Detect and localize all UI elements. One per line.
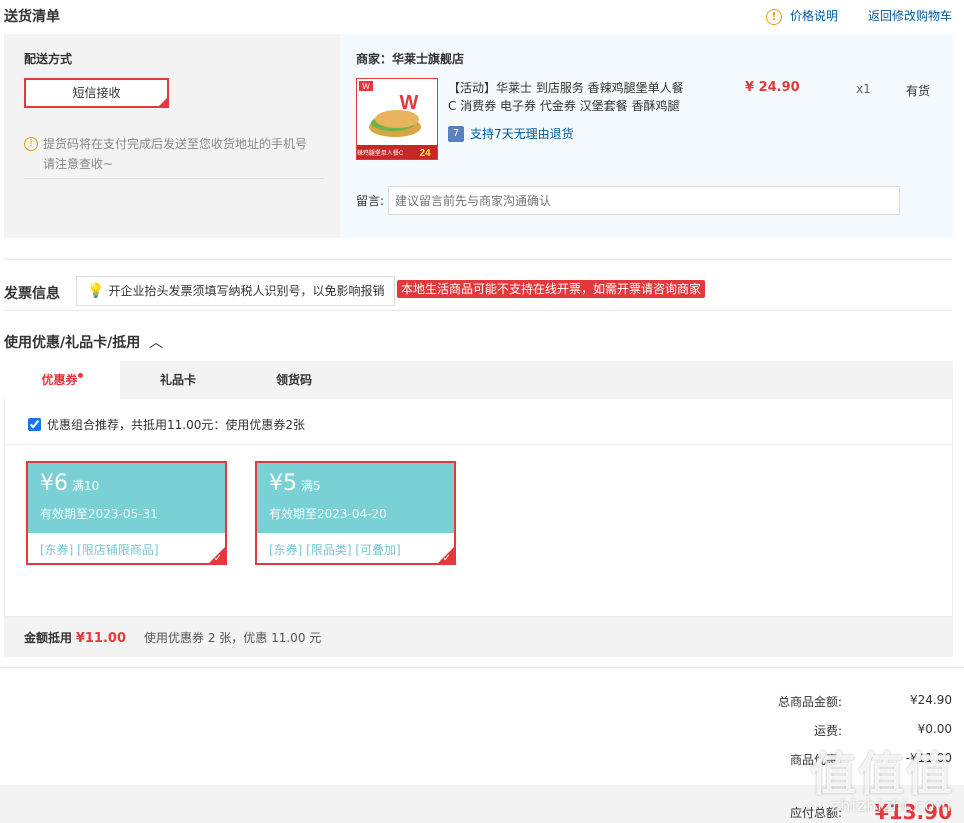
product-image[interactable]: W W 香辣鸡腿堡单人餐C 24 [356, 78, 438, 160]
combo-checkbox[interactable] [28, 418, 41, 431]
product-price: ¥ 24.90 [745, 80, 800, 95]
svg-text:24: 24 [419, 148, 431, 159]
tab-gift-cards[interactable]: 礼品卡 [120, 361, 236, 399]
combo-recommend[interactable]: 优惠组合推荐，共抵用11.00元：使用优惠券2张 [28, 416, 305, 433]
return-policy: 7 支持7天无理由退货 [448, 125, 574, 142]
coupon-section-title[interactable]: 使用优惠/礼品卡/抵用 ︿ [4, 332, 163, 352]
note-input[interactable] [388, 186, 900, 215]
warning-icon: ! [24, 135, 38, 151]
sms-delivery-button[interactable]: 短信接收 ✓ [24, 78, 169, 108]
chevron-up-icon: ︿ [149, 335, 164, 351]
invoice-tip: 💡 开企业抬头发票须填写纳税人识别号，以免影响报销 [76, 276, 396, 306]
check-icon: ✓ [213, 553, 222, 564]
coupon-card[interactable]: ¥6 满10 有效期至2023-05-31 [东券] [限店铺限商品] ✓ [26, 461, 227, 565]
seven-day-return-icon: 7 [448, 125, 464, 142]
burger-image-icon: W W 香辣鸡腿堡单人餐C 24 [357, 79, 437, 159]
deduction-summary: 金额抵用 ¥11.00 使用优惠券 2 张，优惠 11.00 元 [4, 617, 953, 657]
product-name[interactable]: 【活动】华莱士 到店服务 香辣鸡腿堡单人餐 C 消费券 电子券 代金券 汉堡套餐… [448, 79, 698, 115]
lightbulb-icon: 💡 [87, 283, 105, 299]
info-icon: ! [765, 8, 782, 25]
svg-text:W: W [362, 82, 370, 91]
stock-status: 有货 [906, 84, 931, 98]
header-links: ! 价格说明 返回修改购物车 [765, 7, 952, 25]
new-dot [77, 373, 83, 378]
tab-pickup-code[interactable]: 领货码 [236, 361, 352, 399]
section-divider [4, 310, 952, 311]
tab-coupons[interactable]: 优惠券 [4, 361, 120, 399]
section-divider [4, 259, 952, 260]
panel-divider [4, 444, 953, 445]
watermark-url: zhizhizhi.com [830, 796, 952, 815]
section-divider [0, 667, 964, 668]
check-icon: ✓ [160, 91, 167, 100]
summary-row-shipping: 运费: ¥0.00 [813, 722, 952, 738]
check-icon: ✓ [442, 553, 451, 564]
note-label: 留言: [356, 194, 385, 208]
invoice-title: 发票信息 [4, 286, 60, 302]
summary-row-total-goods: 总商品金额: ¥24.90 [777, 693, 952, 709]
watermark-logo: 值值值 [810, 747, 954, 801]
svg-text:香辣鸡腿堡单人餐C: 香辣鸡腿堡单人餐C [357, 149, 404, 157]
coupon-tags: [东券] [限店铺限商品] [40, 543, 159, 557]
delivery-tip: 提货码将在支付完成后发送至您收货地址的手机号 请注意查收~ [43, 137, 308, 171]
price-info-link[interactable]: ! 价格说明 [765, 7, 838, 25]
coupon-card[interactable]: ¥5 满5 有效期至2023-04-20 [东券] [限品类] [可叠加] ✓ [255, 461, 456, 565]
merchant-name: 商家：华莱士旗舰店 [356, 52, 465, 66]
product-qty: x1 [856, 82, 871, 96]
delivery-divider [24, 178, 324, 179]
coupon-tabs: 优惠券 礼品卡 领货码 [4, 361, 953, 399]
delivery-label: 配送方式 [24, 52, 73, 66]
invoice-warning-badge: 本地生活商品可能不支持在线开票，如需开票请咨询商家 [397, 280, 706, 298]
back-to-cart-link[interactable]: 返回修改购物车 [868, 7, 952, 24]
page-title: 送货清单 [4, 9, 60, 25]
coupon-tags: [东券] [限品类] [可叠加] [269, 543, 401, 557]
